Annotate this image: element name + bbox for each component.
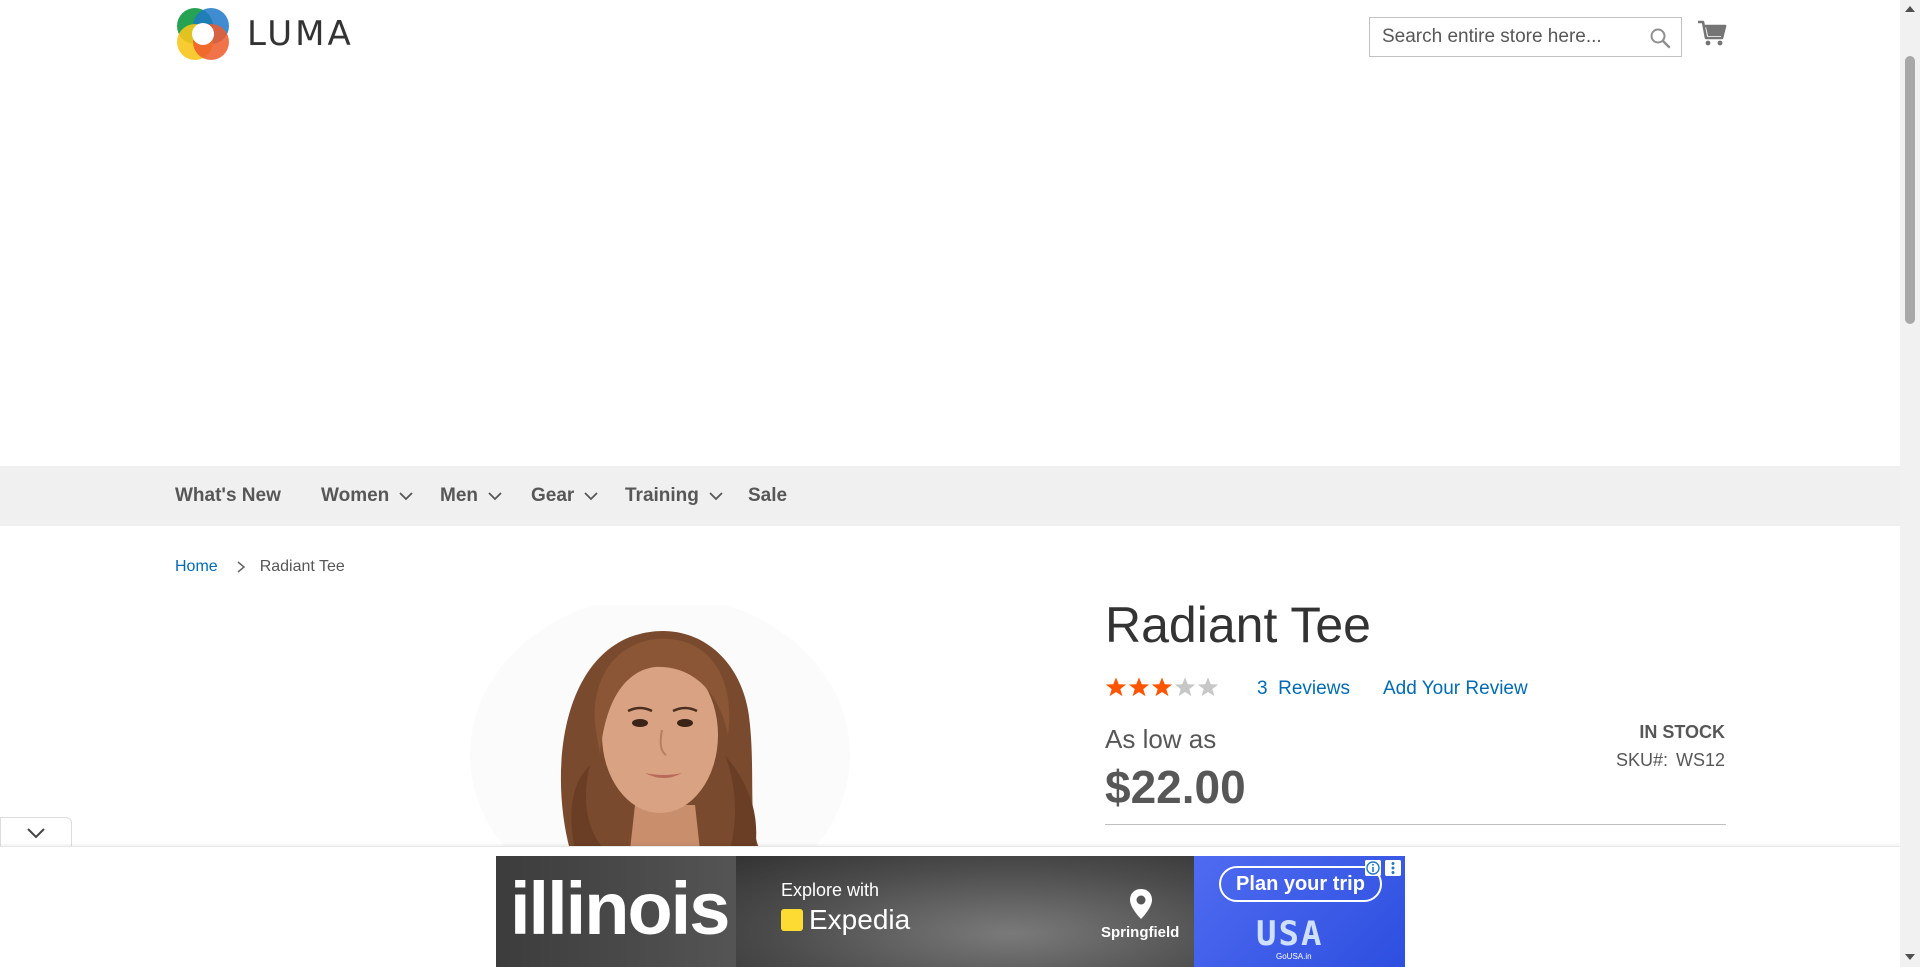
rating-stars <box>1105 676 1220 698</box>
luma-logo-icon <box>177 8 229 60</box>
add-review-link[interactable]: Add Your Review <box>1383 678 1528 700</box>
star-empty-icon <box>1174 677 1196 697</box>
expedia-logo-icon <box>781 909 803 931</box>
reviews-label: Reviews <box>1278 678 1350 699</box>
breadcrumb-home[interactable]: Home <box>175 558 218 576</box>
product-price: $22.00 <box>1105 761 1246 813</box>
nav-item-men[interactable]: Men <box>440 466 502 526</box>
chevron-down-icon <box>488 492 502 501</box>
ad-right-panel: Plan your trip USA GoUSA.in <box>1194 856 1405 967</box>
star-filled-icon <box>1151 677 1173 697</box>
nav-item-whats-new[interactable]: What's New <box>175 466 281 526</box>
star-filled-icon <box>1128 677 1150 697</box>
map-pin-icon <box>1130 889 1152 919</box>
header: LUMA <box>0 0 1900 466</box>
scroll-up-arrow-icon[interactable] <box>1904 4 1916 14</box>
star-empty-icon <box>1197 677 1219 697</box>
ad-info-icon[interactable] <box>1365 860 1381 876</box>
cart-icon[interactable] <box>1697 18 1727 48</box>
nav-label: Gear <box>531 485 575 506</box>
price-prefix: As low as <box>1105 724 1217 754</box>
chevron-down-icon <box>27 827 45 838</box>
search-icon[interactable] <box>1649 27 1671 49</box>
main-nav: What's New Women Men Gear Training Sale <box>0 466 1900 526</box>
scroll-thumb[interactable] <box>1905 56 1915 324</box>
ad-menu-icon[interactable] <box>1385 860 1401 876</box>
search-box <box>1369 17 1682 57</box>
nav-label: What's New <box>175 485 281 506</box>
nav-label: Men <box>440 485 478 506</box>
ad-collapse-button[interactable] <box>0 817 72 847</box>
sku-value: WS12 <box>1675 750 1725 770</box>
ad-partner: Expedia <box>781 904 910 936</box>
chevron-down-icon <box>399 492 413 501</box>
sku-label: SKU#: <box>1615 750 1668 770</box>
logo-link[interactable]: LUMA <box>175 6 354 62</box>
nav-label: Sale <box>748 485 788 506</box>
stock-status: IN STOCK <box>1639 722 1725 742</box>
chevron-right-icon <box>237 561 245 573</box>
product-title: Radiant Tee <box>1105 597 1371 653</box>
nav-item-women[interactable]: Women <box>321 466 413 526</box>
ad-partner-name: Expedia <box>809 904 911 935</box>
chevron-down-icon <box>709 492 723 501</box>
scroll-down-arrow-icon[interactable] <box>1904 952 1916 962</box>
ad-explore-text: Explore with <box>781 880 880 900</box>
search-input[interactable] <box>1370 26 1640 48</box>
nav-item-training[interactable]: Training <box>625 466 723 526</box>
chevron-down-icon <box>584 492 598 501</box>
ad-brand-small: GoUSA.in <box>1276 952 1312 961</box>
reviews-count: 3 <box>1257 678 1268 699</box>
breadcrumb: Home Radiant Tee <box>175 558 345 576</box>
ad-cta-button[interactable]: Plan your trip <box>1219 866 1382 902</box>
breadcrumb-current: Radiant Tee <box>259 558 345 575</box>
nav-label: Women <box>321 485 390 506</box>
nav-label: Training <box>625 485 699 506</box>
ad-headline: illinois <box>510 867 730 950</box>
page: LUMA What's New Women Men <box>0 0 1900 967</box>
nav-item-sale[interactable]: Sale <box>748 466 787 526</box>
sku: SKU#: WS12 <box>1616 750 1725 771</box>
ad-city: Springfield <box>1101 924 1180 941</box>
ad-brand: USA <box>1256 914 1324 954</box>
scrollbar[interactable] <box>1900 0 1920 967</box>
star-filled-icon <box>1105 677 1127 697</box>
divider <box>1105 824 1726 825</box>
reviews-link[interactable]: 3 Reviews <box>1257 678 1350 700</box>
product-image[interactable] <box>430 605 850 850</box>
ad-banner[interactable]: illinois Explore with Expedia Springfiel… <box>496 856 1405 967</box>
nav-item-gear[interactable]: Gear <box>531 466 598 526</box>
logo-text: LUMA <box>247 14 354 54</box>
